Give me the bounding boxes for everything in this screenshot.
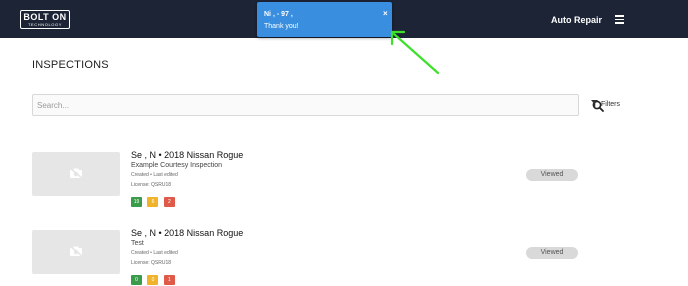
inspection-title[interactable]: Se , N • 2018 Nissan Rogue <box>131 150 243 160</box>
bolt-on-logo[interactable]: BOLT ON TECHNOLOGY <box>20 10 70 29</box>
viewed-status-button[interactable]: Viewed <box>526 169 578 181</box>
annotation-arrow-icon <box>390 30 440 75</box>
inspection-card[interactable]: Se , N • 2018 Nissan Rogue Example Court… <box>32 150 592 207</box>
inspection-type: Example Courtesy Inspection <box>131 162 223 169</box>
filter-icon <box>591 100 598 107</box>
close-icon[interactable]: × <box>383 9 388 18</box>
hamburger-menu-icon[interactable] <box>615 15 624 24</box>
result-counts: 19 6 2 <box>131 190 176 207</box>
inspection-dates: Created • Last edited <box>131 172 178 178</box>
inspection-dates: Created • Last edited <box>131 250 178 256</box>
notification-toast: Ni , - 97 , Thank you! × <box>257 2 392 37</box>
green-count-badge: 0 <box>131 275 142 285</box>
red-count-badge: 1 <box>163 275 175 285</box>
toast-title: Ni , - 97 , <box>264 11 293 18</box>
red-count-badge: 2 <box>163 197 175 207</box>
toast-message: Thank you! <box>264 23 299 30</box>
search-bar <box>32 94 604 116</box>
no-photo-icon <box>69 167 83 179</box>
shop-name[interactable]: Auto Repair <box>551 15 602 25</box>
license-plate: License: QSRU18 <box>131 260 172 266</box>
no-photo-icon <box>69 245 83 257</box>
logo-main-text: BOLT ON <box>23 12 67 22</box>
filters-button[interactable]: Filters <box>591 100 620 108</box>
search-input[interactable] <box>37 99 537 112</box>
viewed-status-button[interactable]: Viewed <box>526 247 578 259</box>
logo-sub-text: TECHNOLOGY <box>27 22 62 27</box>
license-plate: License: QSRU18 <box>131 182 172 188</box>
filters-label: Filters <box>600 101 621 108</box>
page-title: INSPECTIONS <box>32 59 109 71</box>
inspection-title[interactable]: Se , N • 2018 Nissan Rogue <box>131 228 243 238</box>
vehicle-thumbnail <box>32 152 120 196</box>
inspection-type: Test <box>131 240 144 247</box>
green-count-badge: 19 <box>131 197 142 207</box>
vehicle-thumbnail <box>32 230 120 274</box>
yellow-count-badge: 6 <box>147 197 159 207</box>
inspection-card[interactable]: Se , N • 2018 Nissan Rogue Test Created … <box>32 228 592 285</box>
yellow-count-badge: 0 <box>147 275 159 285</box>
result-counts: 0 0 1 <box>131 268 176 285</box>
